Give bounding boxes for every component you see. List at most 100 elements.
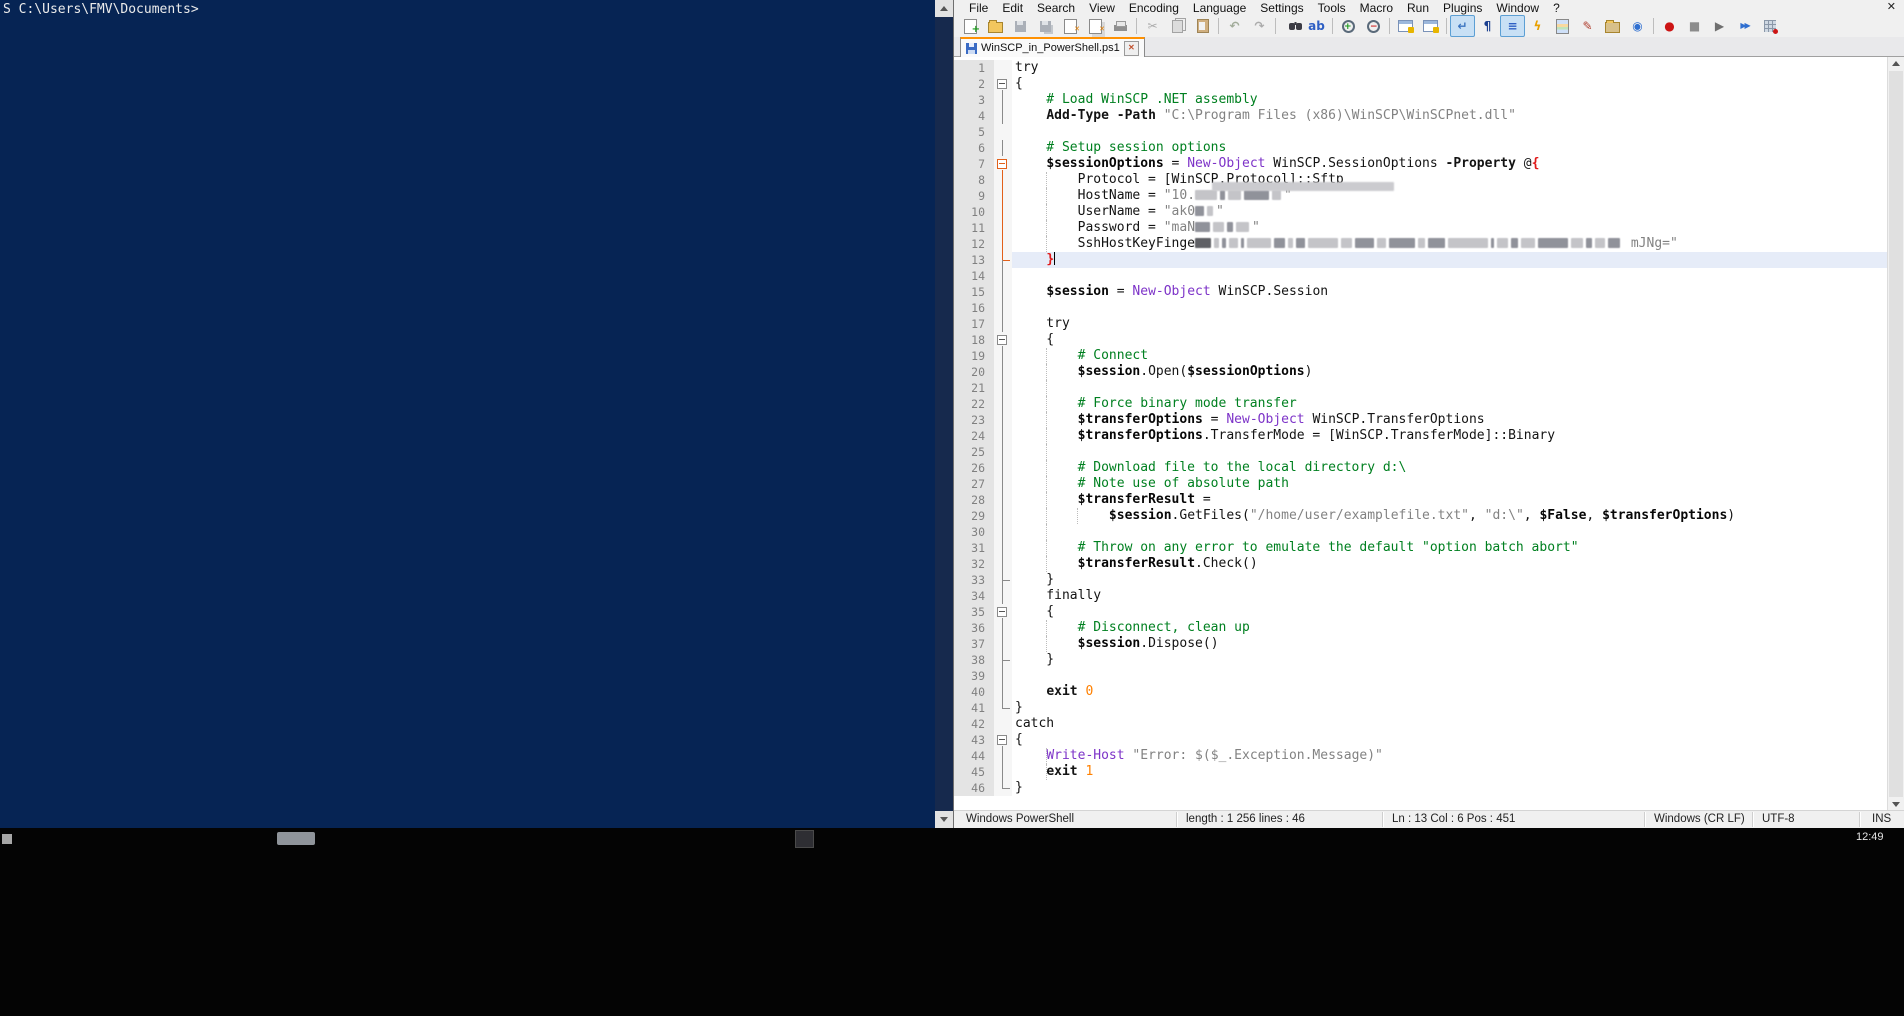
copy-button[interactable] [1165, 15, 1190, 37]
code-text[interactable]: # Load WinSCP .NET assembly [1012, 92, 1904, 108]
editor-scroll-up-icon[interactable] [1888, 57, 1903, 70]
stop-recording-button[interactable]: ■ [1682, 15, 1707, 37]
document-map-button[interactable] [1550, 15, 1575, 37]
editor-scroll-thumb[interactable] [1889, 71, 1903, 797]
code-text[interactable]: exit 1 [1012, 764, 1904, 780]
code-text[interactable]: catch [1012, 716, 1904, 732]
save-macro-button[interactable] [1757, 15, 1782, 37]
fold-toggle[interactable] [994, 332, 1012, 348]
user-defined-dialog-button[interactable] [1525, 15, 1550, 37]
sync-horizontal-scrolling-button[interactable] [1418, 15, 1443, 37]
code-text[interactable]: } [1012, 652, 1904, 668]
tab-winscp-in-powershell[interactable]: WinSCP_in_PowerShell.ps1 ✕ [960, 37, 1145, 57]
scroll-up-icon[interactable] [935, 0, 953, 17]
menu-help[interactable]: ? [1546, 1, 1567, 15]
menu-settings[interactable]: Settings [1253, 1, 1310, 15]
save-button[interactable] [1008, 15, 1033, 37]
code-text[interactable]: $transferOptions.TransferMode = [WinSCP.… [1012, 428, 1904, 444]
code-text[interactable]: # Note use of absolute path [1012, 476, 1904, 492]
code-text[interactable] [1012, 268, 1904, 284]
code-text[interactable]: $transferResult.Check() [1012, 556, 1904, 572]
code-text[interactable]: } [1012, 700, 1904, 716]
window-close-icon[interactable]: ✕ [1887, 0, 1896, 13]
powershell-scrollbar[interactable] [935, 0, 953, 828]
run-macro-multiple-button[interactable]: ▶▶ [1732, 15, 1757, 37]
code-text[interactable] [1012, 124, 1904, 140]
code-text[interactable]: $transferResult = [1012, 492, 1904, 508]
code-text[interactable]: try [1012, 60, 1904, 76]
code-text[interactable]: finally [1012, 588, 1904, 604]
monitoring-button[interactable]: ◉ [1625, 15, 1650, 37]
menu-file[interactable]: File [962, 1, 995, 15]
code-text[interactable]: $session.GetFiles("/home/user/examplefil… [1012, 508, 1904, 524]
fold-toggle[interactable] [994, 732, 1012, 748]
code-text[interactable]: $session.Dispose() [1012, 636, 1904, 652]
code-text[interactable] [1012, 444, 1904, 460]
code-text[interactable]: } [1012, 780, 1904, 796]
code-text[interactable]: { [1012, 76, 1904, 92]
start-button[interactable] [2, 834, 12, 844]
zoom-out-button[interactable] [1361, 15, 1386, 37]
record-macro-button[interactable]: ● [1657, 15, 1682, 37]
tab-close-icon[interactable]: ✕ [1124, 41, 1139, 56]
current-line[interactable]: } [1012, 252, 1904, 268]
code-text[interactable]: $transferOptions = New-Object WinSCP.Tra… [1012, 412, 1904, 428]
code-text[interactable]: # Download file to the local directory d… [1012, 460, 1904, 476]
menu-window[interactable]: Window [1489, 1, 1546, 15]
fold-toggle[interactable] [994, 76, 1012, 92]
close-all-button[interactable] [1083, 15, 1108, 37]
print-button[interactable] [1108, 15, 1133, 37]
status-insert-mode[interactable]: INS [1872, 813, 1891, 825]
code-text[interactable]: try [1012, 316, 1904, 332]
menu-edit[interactable]: Edit [995, 1, 1030, 15]
code-text[interactable]: # Connect [1012, 348, 1904, 364]
replace-button[interactable]: ab [1304, 15, 1329, 37]
code-text[interactable]: $session = New-Object WinSCP.Session [1012, 284, 1904, 300]
menu-plugins[interactable]: Plugins [1436, 1, 1489, 15]
powershell-window[interactable]: S C:\Users\FMV\Documents> [0, 0, 935, 828]
code-text[interactable]: exit 0 [1012, 684, 1904, 700]
code-text[interactable]: UserName = "ak0" [1012, 204, 1904, 220]
code-editor[interactable]: 1try2{3 # Load WinSCP .NET assembly4 Add… [954, 57, 1904, 814]
code-text[interactable]: # Setup session options [1012, 140, 1904, 156]
code-text[interactable]: { [1012, 604, 1904, 620]
code-text[interactable]: Add-Type -Path "C:\Program Files (x86)\W… [1012, 108, 1904, 124]
save-all-button[interactable] [1033, 15, 1058, 37]
code-text[interactable] [1012, 300, 1904, 316]
playback-macro-button[interactable]: ▶ [1707, 15, 1732, 37]
paste-button[interactable] [1190, 15, 1215, 37]
code-text[interactable]: { [1012, 732, 1904, 748]
taskbar-app-icon[interactable] [795, 830, 814, 848]
show-all-characters-button[interactable]: ¶ [1475, 15, 1500, 37]
find-button[interactable] [1279, 15, 1304, 37]
redo-button[interactable]: ↷ [1247, 15, 1272, 37]
code-text[interactable] [1012, 380, 1904, 396]
code-text[interactable]: # Disconnect, clean up [1012, 620, 1904, 636]
menu-encoding[interactable]: Encoding [1122, 1, 1186, 15]
open-file-button[interactable] [983, 15, 1008, 37]
menu-run[interactable]: Run [1400, 1, 1436, 15]
fold-toggle[interactable] [994, 604, 1012, 620]
document-list-button[interactable]: ✎ [1575, 15, 1600, 37]
word-wrap-button[interactable]: ↵ [1450, 15, 1475, 37]
code-text[interactable]: # Throw on any error to emulate the defa… [1012, 540, 1904, 556]
code-text[interactable]: { [1012, 332, 1904, 348]
code-text[interactable]: Password = "maN" [1012, 220, 1904, 236]
menu-search[interactable]: Search [1030, 1, 1082, 15]
close-button[interactable] [1058, 15, 1083, 37]
code-text[interactable]: } [1012, 572, 1904, 588]
undo-button[interactable]: ↶ [1222, 15, 1247, 37]
taskbar-item[interactable] [277, 832, 315, 845]
code-text[interactable]: $sessionOptions = New-Object WinSCP.Sess… [1012, 156, 1904, 172]
code-text[interactable]: Write-Host "Error: $($_.Exception.Messag… [1012, 748, 1904, 764]
code-text[interactable] [1012, 668, 1904, 684]
code-text[interactable]: # Force binary mode transfer [1012, 396, 1904, 412]
code-text[interactable] [1012, 524, 1904, 540]
menu-language[interactable]: Language [1186, 1, 1253, 15]
menu-view[interactable]: View [1082, 1, 1122, 15]
fold-toggle[interactable] [994, 156, 1012, 172]
code-text[interactable]: SshHostKeyFinge mJNg=" [1012, 236, 1904, 252]
sync-vertical-scrolling-button[interactable] [1393, 15, 1418, 37]
code-text[interactable]: $session.Open($sessionOptions) [1012, 364, 1904, 380]
scroll-down-icon[interactable] [935, 811, 953, 828]
